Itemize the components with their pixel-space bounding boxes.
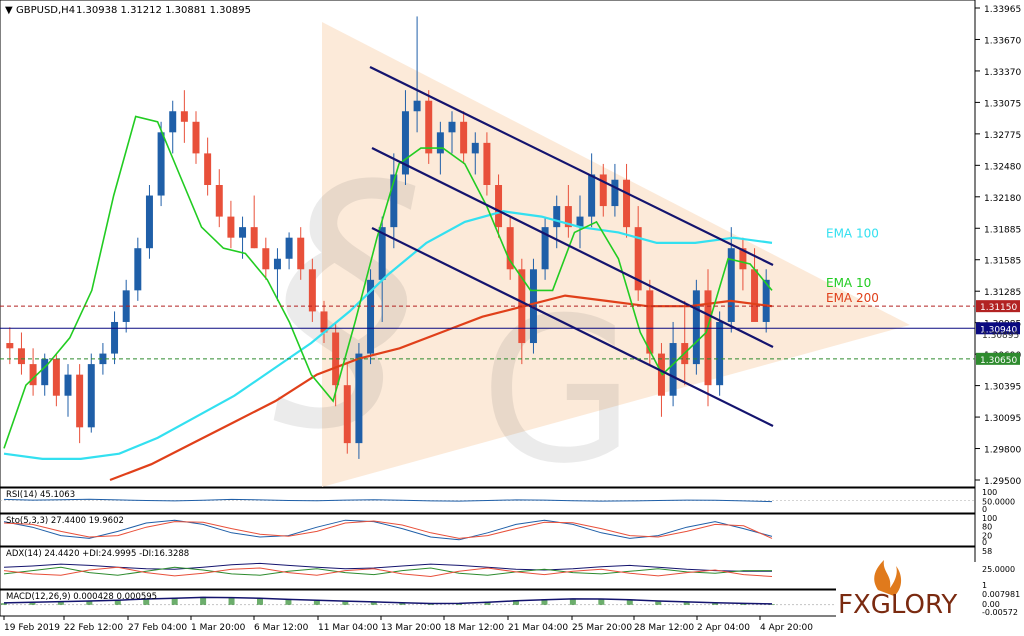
price-panel: § G EMA 100EMA 10EMA 200 <box>0 0 976 508</box>
macd-bar <box>342 601 349 605</box>
x-tick-label: 2 Apr 04:00 <box>697 623 750 633</box>
x-tick-label: 28 Mar 12:00 <box>634 623 694 633</box>
indicator-label: EMA 100 <box>826 227 879 241</box>
panel-tick-label: 0 <box>982 505 987 514</box>
candle <box>145 185 153 259</box>
candle <box>425 90 433 164</box>
panel-tick-label: 0 <box>982 538 987 547</box>
panel-label: ADX(14) 24.4420 +DI:24.9995 -DI:16.3288 <box>6 549 189 559</box>
macd-bar <box>257 598 263 605</box>
y-tick-label: 1.29500 <box>984 477 1021 487</box>
x-tick-label: 4 Apr 20:00 <box>760 623 813 633</box>
y-tick-label: 1.31285 <box>984 288 1021 298</box>
y-tick-label: 1.32480 <box>984 162 1021 172</box>
price-tag-label: 1.30650 <box>980 356 1017 366</box>
symbol-label: GBPUSD,H4 <box>16 5 75 16</box>
x-tick-label: 11 Mar 04:00 <box>318 623 378 633</box>
ohlc-label: 1.30938 1.31212 1.30881 1.30895 <box>76 5 251 16</box>
candle <box>716 311 724 396</box>
candle <box>87 353 95 433</box>
x-tick-label: 13 Mar 20:00 <box>381 623 441 633</box>
svg-text:G: G <box>480 275 635 508</box>
logo-text: FXGLORY <box>838 590 957 620</box>
panel-tick-label: 58 <box>982 547 992 556</box>
indicator-label: EMA 10 <box>826 276 871 290</box>
price-tags: 1.311501.309401.306501.30895 <box>976 300 1020 366</box>
panel-tick-label: 100 <box>982 488 997 497</box>
chart-header: ▼ GBPUSD,H4 1.30938 1.31212 1.30881 1.30… <box>5 5 251 16</box>
macd-bar <box>598 599 605 605</box>
panel-tick-label: 80 <box>982 523 992 532</box>
macd-bar <box>626 599 633 605</box>
macd-bar <box>313 600 320 605</box>
macd-bar <box>370 602 377 605</box>
y-tick-label: 1.33670 <box>984 36 1021 46</box>
macd-bar <box>228 597 235 605</box>
panel-tick-label: 100 <box>982 514 997 523</box>
price-tag-hidden: 1.30895 <box>982 331 1019 341</box>
y-tick-label: 1.31885 <box>984 225 1021 235</box>
panel-tick-label: 0.007981 <box>982 590 1020 599</box>
candle <box>367 269 375 365</box>
price-tag-label: 1.31150 <box>980 303 1017 313</box>
y-tick-label: 1.33965 <box>984 5 1021 15</box>
y-tick-label: 1.30395 <box>984 383 1021 393</box>
y-tick-label: 1.33075 <box>984 99 1021 109</box>
y-tick-label: 1.32775 <box>984 131 1021 141</box>
chart-canvas: § G EMA 100EMA 10EMA 200 ▼ GBPUSD,H4 1.3… <box>0 0 1024 636</box>
y-tick-label: 1.33370 <box>984 68 1021 78</box>
candle <box>692 279 700 375</box>
panel-tick-label: -0.00572 <box>982 608 1018 617</box>
y-tick-label: 1.30095 <box>984 414 1021 424</box>
panel-rsi-14-: RSI(14) 45.1063 10050.00000 <box>0 487 1015 514</box>
price-tag: 1.31150 <box>976 300 1020 313</box>
x-tick-label: 18 Mar 12:00 <box>444 623 504 633</box>
header-arrow-icon: ▼ <box>5 5 13 16</box>
macd-bar <box>683 602 690 605</box>
x-tick-label: 6 Mar 12:00 <box>254 623 309 633</box>
price-tag: 1.30650 <box>976 352 1020 366</box>
indicator-label: EMA 200 <box>826 291 879 305</box>
panel-label: MACD(12,26,9) 0.000428 0.000595 <box>6 592 157 602</box>
x-tick-label: 1 Mar 20:00 <box>191 623 246 633</box>
macd-bar <box>655 601 662 605</box>
panel-tick-label: 25.0000 <box>982 565 1015 574</box>
panel-tick-label: 1 <box>982 581 987 590</box>
x-tick-label: 21 Mar 04:00 <box>508 623 568 633</box>
macd-bar <box>285 599 292 605</box>
fxglory-logo: FXGLORY <box>836 560 976 620</box>
x-tick-label: 22 Feb 12:00 <box>64 623 123 633</box>
x-tick-label: 19 Feb 2019 <box>4 623 60 633</box>
y-tick-label: 1.31585 <box>984 257 1021 267</box>
panel-sto-5-3-3-: Sto(5,3,3) 27.4400 19.9602 10080200 <box>0 513 997 547</box>
panel-label: RSI(14) 45.1063 <box>6 490 75 500</box>
x-tick-label: 25 Mar 20:00 <box>572 623 632 633</box>
y-tick-label: 1.29800 <box>984 446 1021 456</box>
x-tick-label: 27 Feb 04:00 <box>128 623 187 633</box>
panel-label: Sto(5,3,3) 27.4400 19.9602 <box>6 516 124 526</box>
y-tick-label: 1.32180 <box>984 194 1021 204</box>
